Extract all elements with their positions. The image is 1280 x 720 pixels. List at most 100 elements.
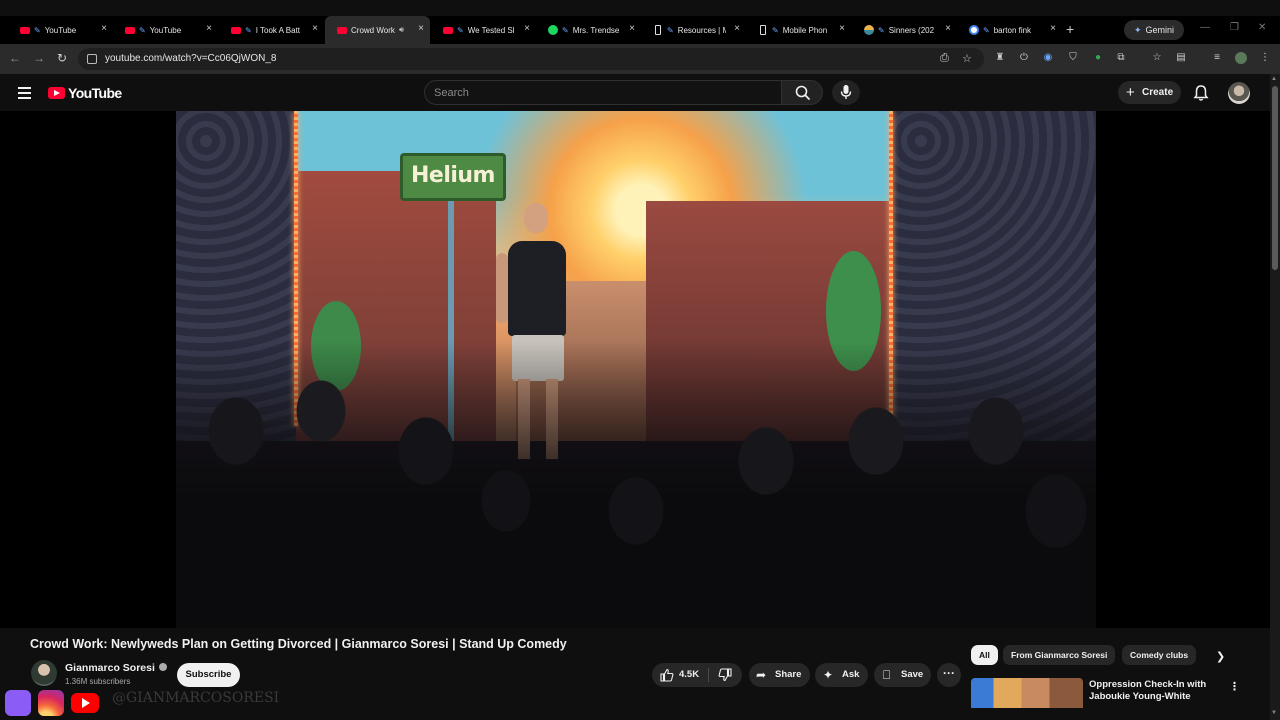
tab-title: I Took A Batt: [255, 25, 301, 35]
restore-icon[interactable]: ❐: [1230, 22, 1239, 33]
more-actions-icon[interactable]: ···: [937, 663, 961, 687]
audience-silhouettes: [176, 341, 1096, 628]
youtube-logo[interactable]: YouTube: [48, 85, 122, 101]
save-button[interactable]: ⎕ Save: [874, 663, 931, 687]
chip-all[interactable]: All: [971, 645, 998, 665]
browser-tab-strip: ✎ YouTube × ✎ YouTube × ✎ I Took A Batt …: [0, 16, 1280, 44]
install-app-icon[interactable]: ⎙: [940, 52, 949, 65]
browser-tab[interactable]: ✎ Mobile Phon ×: [746, 16, 851, 44]
subscribe-button[interactable]: Subscribe: [177, 663, 240, 687]
gemini-button[interactable]: ✦ Gemini: [1124, 20, 1185, 40]
forward-icon[interactable]: →: [33, 51, 45, 65]
browser-tab[interactable]: ✎ barton fink ×: [957, 16, 1062, 44]
url-text[interactable]: youtube.com/watch?v=Cc06QjWON_8: [105, 53, 276, 64]
channel-name-link[interactable]: Gianmarco Soresi: [65, 662, 167, 674]
dislike-button[interactable]: [709, 663, 742, 687]
close-icon[interactable]: ×: [312, 24, 318, 34]
tab-title: Sinners (202: [888, 25, 935, 35]
account-avatar[interactable]: [1228, 82, 1250, 104]
sinners-icon: [864, 25, 874, 35]
ask-label: Ask: [842, 669, 860, 680]
new-tab-button[interactable]: +: [1066, 21, 1074, 37]
close-icon[interactable]: ×: [101, 24, 107, 34]
pen-icon: ✎: [878, 25, 885, 35]
window-close-icon[interactable]: ✕: [1258, 22, 1266, 33]
chip-from-channel[interactable]: From Gianmarco Soresi: [1003, 645, 1116, 665]
media-control-icon[interactable]: ≡: [1211, 52, 1223, 64]
site-info-icon[interactable]: [87, 54, 97, 64]
close-icon[interactable]: ×: [524, 24, 530, 34]
search-button[interactable]: [781, 80, 823, 105]
scroll-down-arrow-icon[interactable]: ▼: [1271, 710, 1277, 716]
side-panel-icon[interactable]: ▤: [1175, 52, 1187, 64]
more-options-icon[interactable]: ⋮: [1229, 680, 1240, 693]
close-icon[interactable]: ×: [839, 24, 845, 34]
instagram-icon: [38, 690, 64, 716]
ask-button[interactable]: ✦ Ask: [815, 663, 868, 687]
audio-extension-icon[interactable]: ◉: [1042, 52, 1054, 64]
notifications-bell-icon[interactable]: [1192, 84, 1210, 102]
youtube-header: YouTube + Create: [0, 74, 1280, 111]
share-icon: ➦: [756, 668, 767, 682]
browser-tab[interactable]: ✎ Sinners (202 ×: [852, 16, 957, 44]
chevron-right-icon[interactable]: ❯: [1216, 650, 1225, 663]
tab-title: barton fink: [993, 25, 1032, 35]
search-box[interactable]: [424, 80, 782, 105]
browser-tab[interactable]: ✎ Mrs. Trendse ×: [536, 16, 641, 44]
share-button[interactable]: ➦ Share: [749, 663, 810, 687]
browser-tab[interactable]: ✎ I Took A Batt ×: [219, 16, 324, 44]
browser-tab[interactable]: ✎ YouTube ×: [113, 16, 218, 44]
browser-tab[interactable]: ✎ YouTube ×: [8, 16, 113, 44]
extension-badge-icon[interactable]: ●: [1092, 52, 1104, 64]
youtube-icon: [337, 26, 347, 34]
puzzle-icon[interactable]: ⧉: [1115, 52, 1127, 64]
search-icon: [795, 85, 811, 101]
gemini-label: Gemini: [1145, 25, 1175, 35]
youtube-icon: [231, 26, 241, 34]
shield-icon[interactable]: ⛉: [1067, 52, 1079, 64]
recommendation-thumbnail[interactable]: [971, 678, 1083, 708]
bookmarks-icon[interactable]: ☆: [1151, 52, 1163, 64]
chip-comedy-clubs[interactable]: Comedy clubs: [1122, 645, 1197, 665]
chrome-menu-icon[interactable]: ⋮: [1259, 52, 1271, 64]
hamburger-menu-icon[interactable]: [18, 87, 31, 102]
phone-icon: [655, 25, 661, 35]
profile-avatar[interactable]: [1235, 52, 1247, 64]
close-icon[interactable]: ×: [734, 24, 740, 34]
close-icon[interactable]: ×: [629, 24, 635, 34]
browser-tab[interactable]: ✎ Resources | M ×: [641, 16, 746, 44]
minimize-icon[interactable]: —: [1200, 22, 1210, 33]
browser-tab[interactable]: ✎ We Tested Sl ×: [431, 16, 536, 44]
phone-icon: [760, 25, 766, 35]
google-icon: [969, 25, 979, 35]
video-frame[interactable]: Helium: [176, 111, 1096, 628]
channel-avatar[interactable]: [31, 660, 57, 686]
close-icon[interactable]: ×: [206, 24, 212, 34]
power-icon[interactable]: ⏻: [1018, 52, 1030, 64]
video-player[interactable]: Helium: [0, 111, 1270, 628]
microphone-icon: [840, 85, 852, 99]
browser-tab-active[interactable]: Crowd Work: 🔊︎ ×: [325, 16, 430, 44]
thumbs-up-icon: [660, 668, 674, 682]
close-icon[interactable]: ×: [418, 24, 424, 34]
pen-icon: ✎: [772, 25, 779, 35]
close-icon[interactable]: ×: [945, 24, 951, 34]
scrollbar-thumb[interactable]: [1272, 86, 1278, 270]
recommendation-title[interactable]: Oppression Check-In with Jaboukie Young-…: [1089, 679, 1219, 703]
pen-icon: ✎: [983, 25, 990, 35]
youtube-icon: [20, 26, 30, 34]
pen-icon: ✎: [139, 25, 146, 35]
like-button[interactable]: 4.5K: [652, 663, 708, 687]
extension-icon[interactable]: ♜: [994, 52, 1006, 64]
search-input[interactable]: [434, 86, 764, 100]
bookmark-star-icon[interactable]: ☆: [962, 52, 972, 65]
voice-search-button[interactable]: [832, 80, 860, 105]
scroll-up-arrow-icon[interactable]: ▲: [1271, 76, 1277, 82]
close-icon[interactable]: ×: [1050, 24, 1056, 34]
create-button[interactable]: + Create: [1118, 81, 1181, 104]
speaker-icon[interactable]: 🔊︎: [399, 25, 404, 35]
address-bar[interactable]: youtube.com/watch?v=Cc06QjWON_8 ⎙ ☆: [78, 48, 984, 70]
gemini-icon: ✦: [1134, 25, 1142, 35]
reload-icon[interactable]: ↻: [57, 51, 67, 65]
back-icon[interactable]: ←: [9, 51, 21, 65]
